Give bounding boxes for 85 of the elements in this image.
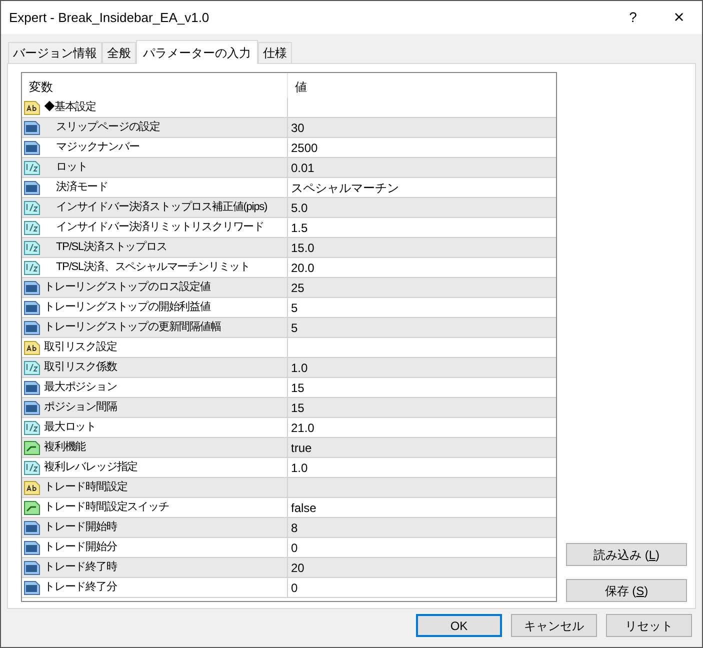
- parameter-name: トレード終了時: [44, 560, 117, 576]
- text-type-icon: [24, 480, 40, 495]
- parameter-value[interactable]: 15: [291, 398, 304, 416]
- parameter-name: 取引リスク係数: [44, 360, 117, 376]
- parameter-value[interactable]: 0: [291, 578, 298, 596]
- tab[interactable]: バージョン情報: [8, 42, 102, 63]
- parameter-value[interactable]: 25: [291, 278, 304, 296]
- text-type-icon: [24, 100, 40, 115]
- parameter-value[interactable]: 1.0: [291, 358, 308, 376]
- parameter-name: 取引リスク設定: [44, 340, 117, 356]
- parameter-value[interactable]: 20.0: [291, 258, 314, 276]
- boolean-type-icon: [24, 440, 40, 455]
- integer-type-icon: [24, 380, 40, 395]
- integer-type-icon: [24, 400, 40, 415]
- integer-type-icon: [24, 520, 40, 535]
- integer-type-icon: [24, 320, 40, 335]
- parameter-value[interactable]: 2500: [291, 138, 318, 156]
- save-button[interactable]: 保存 (S): [566, 579, 687, 602]
- parameter-name: TP/SL決済、スペシャルマーチンリミット: [56, 260, 250, 276]
- fraction-type-icon: [24, 460, 40, 475]
- parameter-value[interactable]: 5: [291, 298, 298, 316]
- parameter-value[interactable]: スペシャルマーチン: [291, 178, 399, 196]
- parameter-name: トレード開始時: [44, 520, 117, 536]
- integer-type-icon: [24, 140, 40, 155]
- help-button[interactable]: ?: [610, 1, 656, 34]
- integer-type-icon: [24, 120, 40, 135]
- tab[interactable]: パラメーターの入力: [136, 40, 258, 64]
- parameter-name: ポジション間隔: [44, 400, 117, 416]
- parameter-value[interactable]: false: [291, 498, 316, 516]
- fraction-type-icon: [24, 160, 40, 175]
- parameter-name: トレーリングストップの更新間隔値幅: [44, 320, 221, 336]
- tab[interactable]: 仕様: [258, 42, 292, 63]
- integer-type-icon: [24, 280, 40, 295]
- parameter-value[interactable]: true: [291, 438, 312, 456]
- integer-type-icon: [24, 540, 40, 555]
- parameter-name: スリップページの設定: [56, 120, 160, 136]
- parameter-name: トレード時間設定スイッチ: [44, 500, 169, 516]
- parameter-value[interactable]: 5.0: [291, 198, 308, 216]
- parameter-name: インサイドバー決済リミットリスクリワード: [56, 220, 264, 236]
- fraction-type-icon: [24, 420, 40, 435]
- parameter-value[interactable]: 21.0: [291, 418, 314, 436]
- parameter-name: ◆基本設定: [44, 100, 96, 116]
- parameter-name: ロット: [56, 160, 88, 176]
- column-header: 値: [294, 79, 308, 96]
- fraction-type-icon: [24, 200, 40, 215]
- parameter-value[interactable]: 1.0: [291, 458, 308, 476]
- parameter-value[interactable]: 15.0: [291, 238, 314, 256]
- parameter-name: トレード開始分: [44, 540, 117, 556]
- integer-type-icon: [24, 300, 40, 315]
- parameter-name: 最大ロット: [44, 420, 96, 436]
- parameter-value[interactable]: 0.01: [291, 158, 314, 176]
- parameter-name: 複利レバレッジ指定: [44, 460, 138, 476]
- integer-type-icon: [24, 580, 40, 595]
- text-type-icon: [24, 340, 40, 355]
- fraction-type-icon: [24, 360, 40, 375]
- tab[interactable]: 全般: [102, 42, 136, 63]
- fraction-type-icon: [24, 240, 40, 255]
- parameter-value[interactable]: 1.5: [291, 218, 308, 236]
- parameter-name: トレード終了分: [44, 580, 117, 596]
- dialog-button[interactable]: リセット: [606, 614, 692, 637]
- dialog-button[interactable]: キャンセル: [511, 614, 597, 637]
- parameter-name: 複利機能: [44, 440, 86, 456]
- parameter-name: トレード時間設定: [44, 480, 128, 496]
- parameter-name: インサイドバー決済ストップロス補正値(pips): [56, 200, 268, 216]
- parameter-value[interactable]: 20: [291, 558, 304, 576]
- fraction-type-icon: [24, 220, 40, 235]
- parameter-value[interactable]: 5: [291, 318, 298, 336]
- parameter-value[interactable]: 0: [291, 538, 298, 556]
- parameter-name: 決済モード: [56, 180, 108, 196]
- parameter-name: マジックナンバー: [56, 140, 140, 156]
- integer-type-icon: [24, 180, 40, 195]
- parameter-value[interactable]: 8: [291, 518, 298, 536]
- parameter-value[interactable]: 30: [291, 118, 304, 136]
- integer-type-icon: [24, 560, 40, 575]
- parameter-name: TP/SL決済ストップロス: [56, 240, 167, 256]
- close-button[interactable]: ×: [656, 1, 702, 34]
- load-button[interactable]: 読み込み (L): [566, 543, 687, 566]
- parameter-name: トレーリングストップの開始利益値: [44, 300, 210, 316]
- parameter-name: 最大ポジション: [44, 380, 117, 396]
- fraction-type-icon: [24, 260, 40, 275]
- parameter-name: トレーリングストップのロス設定値: [44, 280, 210, 296]
- dialog-button[interactable]: OK: [416, 614, 502, 637]
- window-title: Expert - Break_Insidebar_EA_v1.0: [9, 8, 210, 27]
- parameter-value[interactable]: 15: [291, 378, 304, 396]
- boolean-type-icon: [24, 500, 40, 515]
